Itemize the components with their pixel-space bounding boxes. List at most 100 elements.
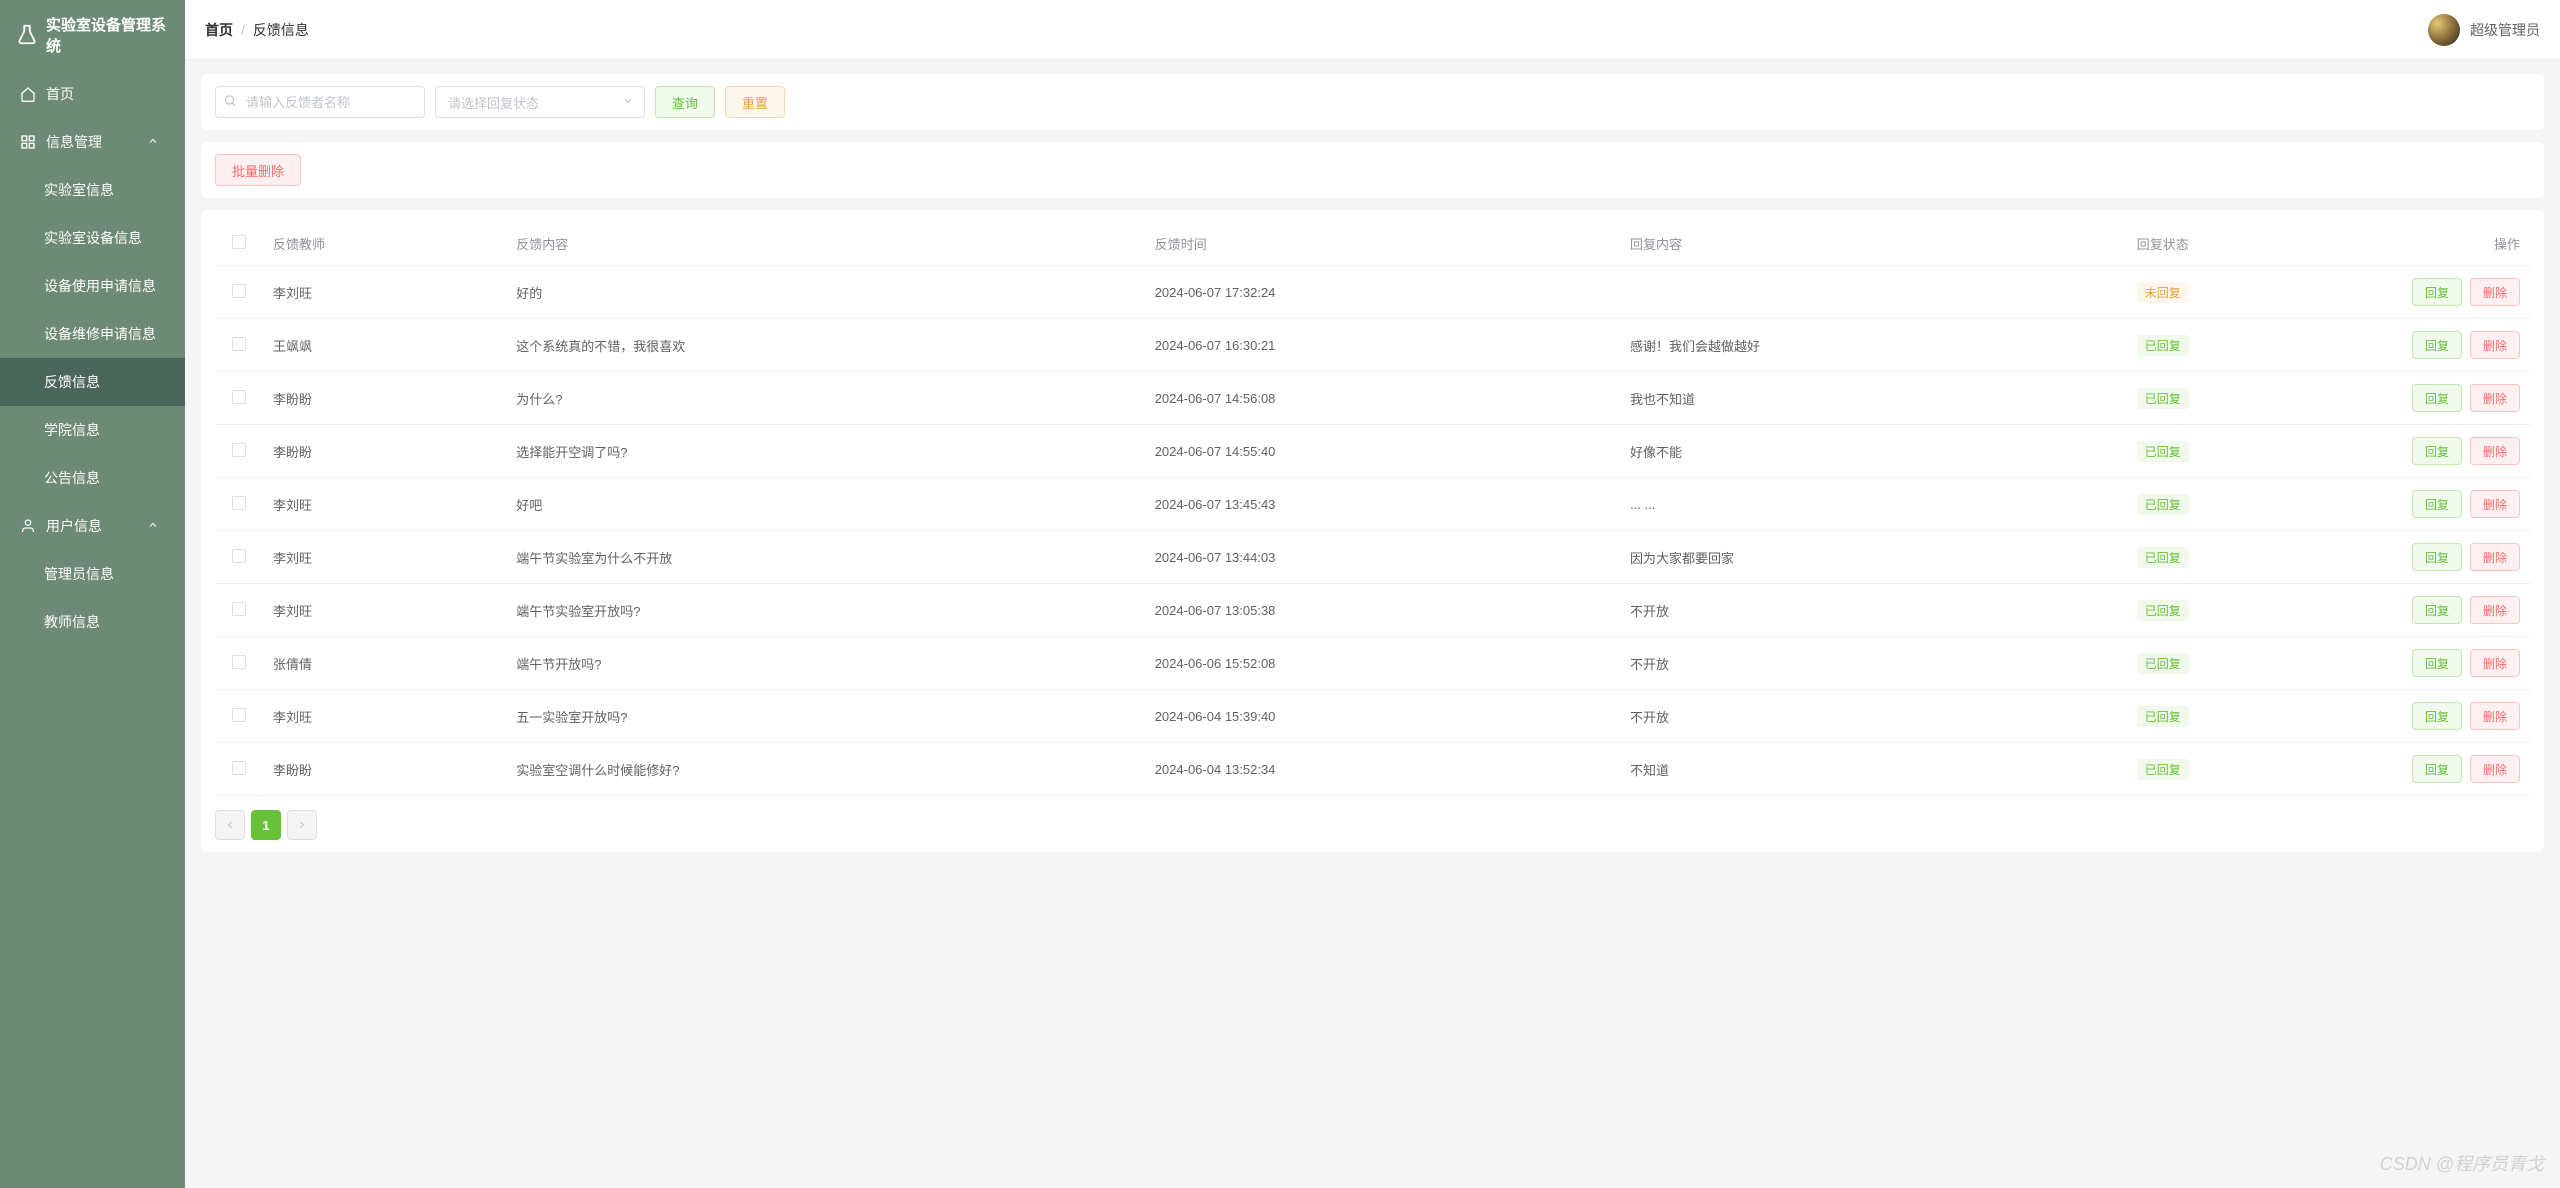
user-info[interactable]: 超级管理员	[2428, 14, 2540, 46]
filter-card: 请选择回复状态 查询 重置	[201, 74, 2544, 130]
row-checkbox[interactable]	[232, 655, 246, 669]
table-row: 李刘旺好吧2024-06-07 13:45:43... ...已回复回复删除	[215, 478, 2530, 531]
table-card: 反馈教师 反馈内容 反馈时间 回复内容 回复状态 操作 李刘旺好的2024-06…	[201, 210, 2544, 852]
reply-button[interactable]: 回复	[2412, 384, 2462, 412]
user-name: 超级管理员	[2470, 20, 2540, 40]
delete-button[interactable]: 删除	[2470, 702, 2520, 730]
reply-button[interactable]: 回复	[2412, 596, 2462, 624]
reply-button[interactable]: 回复	[2412, 331, 2462, 359]
search-input[interactable]	[215, 86, 425, 118]
cell-reply: 不开放	[1620, 584, 2127, 637]
cell-time: 2024-06-07 17:32:24	[1145, 266, 1620, 319]
status-badge: 已回复	[2137, 441, 2189, 462]
cell-teacher: 王飒飒	[263, 319, 506, 372]
cell-reply: 感谢！我们会越做越好	[1620, 319, 2127, 372]
row-checkbox[interactable]	[232, 602, 246, 616]
cell-reply: 不开放	[1620, 637, 2127, 690]
col-ops: 操作	[2370, 222, 2530, 266]
sidebar-item-0-2[interactable]: 设备使用申请信息	[0, 262, 185, 310]
status-select[interactable]: 请选择回复状态	[435, 86, 645, 118]
sidebar-item-0-5[interactable]: 学院信息	[0, 406, 185, 454]
status-badge: 已回复	[2137, 706, 2189, 727]
delete-button[interactable]: 删除	[2470, 543, 2520, 571]
col-status: 回复状态	[2127, 222, 2370, 266]
cell-time: 2024-06-07 14:56:08	[1145, 372, 1620, 425]
row-checkbox[interactable]	[232, 708, 246, 722]
content: 请选择回复状态 查询 重置 批量删除	[185, 60, 2560, 1188]
status-badge: 已回复	[2137, 494, 2189, 515]
sidebar-item-1-0[interactable]: 管理员信息	[0, 550, 185, 598]
query-button[interactable]: 查询	[655, 86, 715, 118]
delete-button[interactable]: 删除	[2470, 490, 2520, 518]
reply-button[interactable]: 回复	[2412, 543, 2462, 571]
col-content: 反馈内容	[506, 222, 1144, 266]
cell-status: 已回复	[2127, 584, 2370, 637]
cell-status: 已回复	[2127, 690, 2370, 743]
reset-button[interactable]: 重置	[725, 86, 785, 118]
status-badge: 已回复	[2137, 547, 2189, 568]
delete-button[interactable]: 删除	[2470, 437, 2520, 465]
delete-button[interactable]: 删除	[2470, 649, 2520, 677]
feedback-table: 反馈教师 反馈内容 反馈时间 回复内容 回复状态 操作 李刘旺好的2024-06…	[215, 222, 2530, 796]
row-checkbox[interactable]	[232, 390, 246, 404]
row-checkbox[interactable]	[232, 443, 246, 457]
table-row: 李刘旺端午节实验室开放吗?2024-06-07 13:05:38不开放已回复回复…	[215, 584, 2530, 637]
row-checkbox[interactable]	[232, 337, 246, 351]
select-all-checkbox[interactable]	[232, 235, 246, 249]
row-checkbox[interactable]	[232, 284, 246, 298]
cell-reply: 因为大家都要回家	[1620, 531, 2127, 584]
sidebar: 实验室设备管理系统 首页 信息管理实验室信息实验室设备信息设备使用申请信息设备维…	[0, 0, 185, 1188]
sidebar-item-1-1[interactable]: 教师信息	[0, 598, 185, 646]
batch-delete-button[interactable]: 批量删除	[215, 154, 301, 186]
sidebar-group-1[interactable]: 用户信息	[0, 502, 185, 550]
row-checkbox[interactable]	[232, 549, 246, 563]
cell-status: 已回复	[2127, 478, 2370, 531]
cell-reply: 我也不知道	[1620, 372, 2127, 425]
delete-button[interactable]: 删除	[2470, 596, 2520, 624]
delete-button[interactable]: 删除	[2470, 331, 2520, 359]
cell-time: 2024-06-07 13:44:03	[1145, 531, 1620, 584]
reply-button[interactable]: 回复	[2412, 437, 2462, 465]
page-number-button[interactable]: 1	[251, 810, 281, 840]
sidebar-item-0-0[interactable]: 实验室信息	[0, 166, 185, 214]
reply-button[interactable]: 回复	[2412, 490, 2462, 518]
table-row: 王飒飒这个系统真的不错，我很喜欢2024-06-07 16:30:21感谢！我们…	[215, 319, 2530, 372]
reply-button[interactable]: 回复	[2412, 649, 2462, 677]
sidebar-group-0[interactable]: 信息管理	[0, 118, 185, 166]
table-row: 张倩倩端午节开放吗?2024-06-06 15:52:08不开放已回复回复删除	[215, 637, 2530, 690]
cell-teacher: 李刘旺	[263, 266, 506, 319]
delete-button[interactable]: 删除	[2470, 755, 2520, 783]
cell-status: 已回复	[2127, 319, 2370, 372]
breadcrumb-home[interactable]: 首页	[205, 20, 233, 40]
cell-time: 2024-06-04 13:52:34	[1145, 743, 1620, 796]
sidebar-item-0-6[interactable]: 公告信息	[0, 454, 185, 502]
reply-button[interactable]: 回复	[2412, 755, 2462, 783]
cell-reply	[1620, 266, 2127, 319]
delete-button[interactable]: 删除	[2470, 278, 2520, 306]
reply-button[interactable]: 回复	[2412, 702, 2462, 730]
reply-button[interactable]: 回复	[2412, 278, 2462, 306]
cell-status: 已回复	[2127, 425, 2370, 478]
cell-teacher: 李刘旺	[263, 584, 506, 637]
row-checkbox[interactable]	[232, 761, 246, 775]
cell-content: 端午节实验室为什么不开放	[506, 531, 1144, 584]
page-prev-button[interactable]	[215, 810, 245, 840]
cell-status: 已回复	[2127, 743, 2370, 796]
sidebar-item-0-1[interactable]: 实验室设备信息	[0, 214, 185, 262]
cell-status: 已回复	[2127, 531, 2370, 584]
search-icon	[223, 94, 237, 111]
cell-time: 2024-06-07 13:05:38	[1145, 584, 1620, 637]
delete-button[interactable]: 删除	[2470, 384, 2520, 412]
status-badge: 已回复	[2137, 388, 2189, 409]
breadcrumb-current: 反馈信息	[253, 20, 309, 40]
group-icon	[20, 518, 36, 534]
sidebar-item-0-4[interactable]: 反馈信息	[0, 358, 185, 406]
page-next-button[interactable]	[287, 810, 317, 840]
table-row: 李刘旺五一实验室开放吗?2024-06-04 15:39:40不开放已回复回复删…	[215, 690, 2530, 743]
cell-content: 端午节开放吗?	[506, 637, 1144, 690]
sidebar-item-home[interactable]: 首页	[0, 70, 185, 118]
cell-status: 未回复	[2127, 266, 2370, 319]
sidebar-item-0-3[interactable]: 设备维修申请信息	[0, 310, 185, 358]
row-checkbox[interactable]	[232, 496, 246, 510]
app-title: 实验室设备管理系统	[46, 14, 169, 56]
